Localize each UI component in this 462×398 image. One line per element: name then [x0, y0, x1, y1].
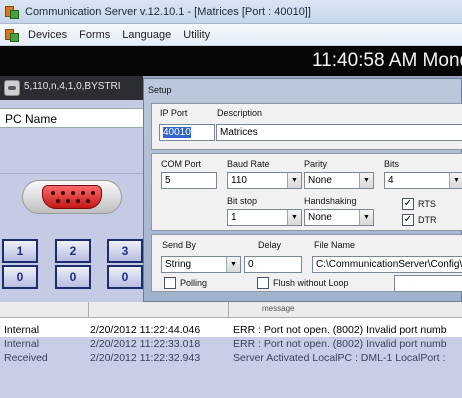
- handshaking-select[interactable]: None ▼: [304, 209, 374, 226]
- row-time: 2/20/2012 11:22:33.018: [90, 338, 201, 350]
- chevron-down-icon: ▼: [287, 173, 301, 188]
- bits-select[interactable]: 4 ▼: [384, 172, 462, 189]
- ip-port-field[interactable]: 40010: [159, 124, 215, 141]
- app-icon: [4, 4, 20, 20]
- com-port-field[interactable]: 5: [161, 172, 217, 189]
- connection-settings-text: 5,110,n,4,1,0,BYSTRI: [24, 81, 121, 92]
- menu-bar: Devices Forms Language Utility: [0, 24, 462, 46]
- row-message: ERR : Port not open. (8002) Invalid port…: [233, 338, 447, 350]
- port-group: IP Port 40010 Description Matrices: [151, 103, 462, 150]
- polling-checkbox[interactable]: [164, 277, 176, 289]
- ip-port-label: IP Port: [160, 108, 188, 118]
- table-row[interactable]: Received 2/20/2012 11:22:32.943 Server A…: [0, 351, 462, 365]
- baud-rate-select[interactable]: 110 ▼: [227, 172, 302, 189]
- channel-button-0b[interactable]: 0: [55, 265, 91, 289]
- chevron-down-icon: ▼: [449, 173, 462, 188]
- description-label: Description: [217, 108, 263, 118]
- log-table: Internal 2/20/2012 11:22:44.046 ERR : Po…: [0, 318, 462, 398]
- pc-name-list[interactable]: [0, 128, 143, 174]
- serial-group: COM Port 5 Baud Rate 110 ▼ Parity None ▼ B…: [151, 153, 462, 231]
- menu-devices[interactable]: Devices: [28, 29, 67, 41]
- channel-button-1[interactable]: 1: [2, 239, 38, 263]
- extra-field[interactable]: [394, 275, 462, 292]
- chevron-down-icon: ▼: [359, 173, 373, 188]
- clock-display: 11:40:58 AM Monda: [312, 50, 462, 71]
- row-type: Internal: [4, 338, 40, 350]
- column-separator[interactable]: [228, 302, 229, 318]
- chevron-down-icon: ▼: [226, 257, 240, 272]
- setup-dialog: Setup IP Port 40010 Description Matrices…: [143, 78, 462, 302]
- menu-forms[interactable]: Forms: [79, 29, 110, 41]
- row-message: Server Activated LocalPC : DML-1 LocalPo…: [233, 352, 446, 364]
- menu-language[interactable]: Language: [122, 29, 171, 41]
- channel-button-3[interactable]: 3: [107, 239, 143, 263]
- bits-label: Bits: [384, 159, 400, 169]
- document-icon[interactable]: [4, 27, 20, 43]
- chevron-down-icon: ▼: [359, 210, 373, 225]
- connection-icon: [4, 80, 20, 96]
- bit-stop-label: Bit stop: [227, 196, 258, 206]
- row-message: ERR : Port not open. (8002) Invalid port…: [233, 324, 447, 336]
- table-row[interactable]: Internal 2/20/2012 11:22:44.046 ERR : Po…: [0, 323, 462, 337]
- parity-label: Parity: [304, 159, 328, 169]
- row-time: 2/20/2012 11:22:32.943: [90, 352, 201, 364]
- channel-button-0c[interactable]: 0: [107, 265, 143, 289]
- send-by-select[interactable]: String ▼: [161, 256, 241, 273]
- channel-button-2[interactable]: 2: [55, 239, 91, 263]
- file-name-field[interactable]: C:\CommunicationServer\Config\E: [312, 256, 462, 273]
- channel-button-0a[interactable]: 0: [2, 265, 38, 289]
- rts-label: RTS: [418, 199, 436, 209]
- title-bar: Communication Server v.12.10.1 - [Matric…: [0, 0, 462, 24]
- connection-bar[interactable]: 5,110,n,4,1,0,BYSTRI: [0, 76, 143, 100]
- table-row[interactable]: Internal 2/20/2012 11:22:33.018 ERR : Po…: [0, 337, 462, 351]
- flush-checkbox[interactable]: [257, 277, 269, 289]
- row-type: Internal: [4, 324, 40, 336]
- polling-label: Polling: [180, 278, 208, 288]
- parity-select[interactable]: None ▼: [304, 172, 374, 189]
- pc-name-header: PC Name: [0, 108, 143, 128]
- dtr-label: DTR: [418, 215, 437, 225]
- table-row[interactable]: [0, 365, 462, 398]
- bit-stop-select[interactable]: 1 ▼: [227, 209, 302, 226]
- dialog-title: Setup: [148, 85, 172, 95]
- baud-rate-label: Baud Rate: [227, 159, 270, 169]
- com-port-label: COM Port: [161, 159, 202, 169]
- dtr-checkbox[interactable]: ✓: [402, 214, 414, 226]
- file-name-label: File Name: [314, 240, 356, 250]
- delay-label: Delay: [258, 240, 282, 250]
- send-by-label: Send By: [162, 240, 197, 250]
- message-column-header: message: [262, 304, 295, 313]
- serial-port-icon: [22, 180, 122, 214]
- send-group: Send By String ▼ Delay 0 File Name C:\Com…: [151, 234, 462, 292]
- row-type: Received: [4, 352, 48, 364]
- description-field[interactable]: Matrices: [216, 124, 462, 141]
- handshaking-label: Handshaking: [304, 196, 357, 206]
- flush-label: Flush without Loop: [273, 278, 349, 288]
- menu-utility[interactable]: Utility: [183, 29, 210, 41]
- window-title: Communication Server v.12.10.1 - [Matric…: [25, 5, 311, 18]
- delay-field[interactable]: 0: [244, 256, 302, 273]
- log-header: message: [0, 302, 462, 318]
- rts-checkbox[interactable]: ✓: [402, 198, 414, 210]
- chevron-down-icon: ▼: [287, 210, 301, 225]
- row-time: 2/20/2012 11:22:44.046: [90, 324, 201, 336]
- column-separator[interactable]: [88, 302, 89, 318]
- clock-bar: 11:40:58 AM Monda: [0, 46, 462, 76]
